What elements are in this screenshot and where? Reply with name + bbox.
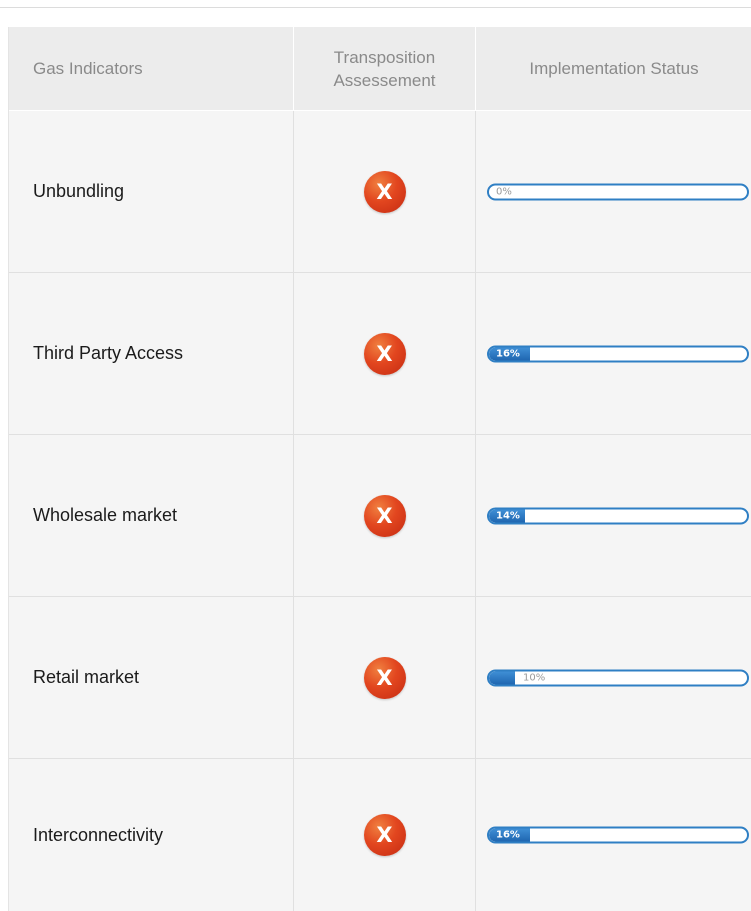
progress-fill	[489, 671, 515, 684]
assessment-cell: X	[293, 759, 475, 911]
progress-bar: 16%	[487, 345, 749, 362]
table-row: Unbundling X 0%	[9, 111, 751, 273]
progress-label: 14%	[496, 510, 520, 521]
table-row: Interconnectivity X 16%	[9, 759, 751, 911]
x-icon-glyph: X	[376, 503, 393, 528]
header-status: Implementation Status	[529, 59, 699, 78]
progress-label: 16%	[496, 829, 520, 841]
header-cell-status: Implementation Status	[475, 27, 751, 110]
status-cell: 16%	[475, 273, 751, 434]
table-row: Wholesale market X 14%	[9, 435, 751, 597]
indicator-cell: Retail market	[9, 597, 293, 758]
header-indicators: Gas Indicators	[33, 59, 143, 78]
x-icon-glyph: X	[376, 179, 393, 204]
status-cell: 10%	[475, 597, 751, 758]
status-cell: 14%	[475, 435, 751, 596]
x-icon-glyph: X	[376, 341, 393, 366]
indicator-cell: Third Party Access	[9, 273, 293, 434]
header-assessment-line2: Assessement	[333, 70, 436, 90]
table-row: Retail market X 10%	[9, 597, 751, 759]
assessment-cell: X	[293, 435, 475, 596]
progress-label: 16%	[496, 348, 520, 359]
progress-bar: 16%	[487, 826, 749, 844]
page: Gas Indicators Transposition Assessement…	[0, 0, 751, 911]
table-header: Gas Indicators Transposition Assessement…	[9, 27, 751, 110]
status-cell: 0%	[475, 111, 751, 272]
header-assessment: Transposition Assessement	[333, 46, 435, 92]
x-icon-glyph: X	[376, 665, 393, 690]
gas-indicators-table: Gas Indicators Transposition Assessement…	[8, 27, 751, 911]
progress-bar: 10%	[487, 669, 749, 686]
indicator-label: Third Party Access	[33, 343, 184, 363]
indicator-cell: Interconnectivity	[9, 759, 293, 911]
x-icon: X	[363, 656, 406, 699]
indicator-cell: Wholesale market	[9, 435, 293, 596]
progress-bar: 14%	[487, 507, 749, 524]
table-row: Third Party Access X 16%	[9, 273, 751, 435]
indicator-label: Unbundling	[33, 181, 125, 201]
indicator-label: Wholesale market	[33, 505, 178, 525]
assessment-cell: X	[293, 273, 475, 434]
indicator-cell: Unbundling	[9, 111, 293, 272]
assessment-cell: X	[293, 597, 475, 758]
progress-label: 0%	[496, 186, 512, 197]
assessment-cell: X	[293, 111, 475, 272]
status-cell: 16%	[475, 759, 751, 911]
header-cell-assessment: Transposition Assessement	[293, 27, 475, 110]
header-assessment-line1: Transposition	[333, 47, 436, 67]
indicator-label: Retail market	[33, 667, 140, 687]
x-icon: X	[363, 332, 406, 375]
top-divider	[0, 7, 751, 8]
x-icon-glyph: X	[376, 823, 393, 847]
x-icon: X	[363, 814, 406, 856]
x-icon: X	[363, 170, 406, 213]
header-cell-indicators: Gas Indicators	[9, 27, 293, 110]
progress-bar: 0%	[487, 183, 749, 200]
indicator-label: Interconnectivity	[33, 824, 164, 845]
progress-label: 10%	[523, 672, 546, 683]
x-icon: X	[363, 494, 406, 537]
